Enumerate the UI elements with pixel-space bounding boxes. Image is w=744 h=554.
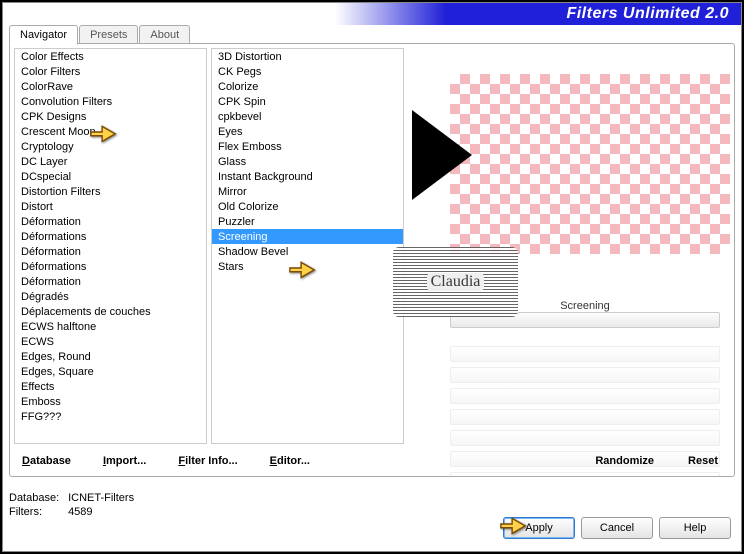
param-placeholder <box>450 472 720 477</box>
filter-item[interactable]: Mirror <box>212 184 403 199</box>
tab-presets[interactable]: Presets <box>79 25 138 45</box>
category-item[interactable]: DC Layer <box>15 154 206 169</box>
category-item[interactable]: Edges, Square <box>15 364 206 379</box>
category-item[interactable]: Déformation <box>15 274 206 289</box>
cancel-button[interactable]: Cancel <box>581 517 653 539</box>
parameter-label: Screening <box>450 300 720 312</box>
category-item[interactable]: Crescent Moon <box>15 124 206 139</box>
filter-item[interactable]: Shadow Bevel <box>212 244 403 259</box>
param-placeholder <box>450 430 720 446</box>
parameter-slider[interactable] <box>450 312 720 328</box>
category-item[interactable]: FFG??? <box>15 409 206 424</box>
category-item[interactable]: ColorRave <box>15 79 206 94</box>
category-item[interactable]: ECWS halftone <box>15 319 206 334</box>
app-title: Filters Unlimited 2.0 <box>566 5 729 23</box>
filter-item[interactable]: 3D Distortion <box>212 49 403 64</box>
category-item[interactable]: Déplacements de couches <box>15 304 206 319</box>
param-placeholder <box>450 367 720 383</box>
category-item[interactable]: Déformations <box>15 229 206 244</box>
category-item[interactable]: Déformation <box>15 214 206 229</box>
category-item[interactable]: Color Filters <box>15 64 206 79</box>
filter-info-link[interactable]: Filter Info... <box>172 452 243 470</box>
filter-item[interactable]: Colorize <box>212 79 403 94</box>
filter-item[interactable]: Screening <box>212 229 403 244</box>
status-filters-value: 4589 <box>68 506 92 518</box>
preview-area <box>450 74 730 254</box>
filter-item[interactable]: Glass <box>212 154 403 169</box>
filter-list[interactable]: 3D DistortionCK PegsColorizeCPK Spincpkb… <box>211 48 404 444</box>
status-bar: Database: ICNET-Filters Filters: 4589 <box>9 491 134 519</box>
navigator-panel: Color EffectsColor FiltersColorRaveConvo… <box>9 43 735 477</box>
tab-navigator[interactable]: Navigator <box>9 25 78 45</box>
status-filters-label: Filters: <box>9 505 65 519</box>
preview-checker <box>450 74 730 254</box>
dialog-buttons: Apply Cancel Help <box>503 517 731 539</box>
import-link[interactable]: Import... <box>97 452 152 470</box>
category-item[interactable]: Distort <box>15 199 206 214</box>
category-item[interactable]: CPK Designs <box>15 109 206 124</box>
apply-button[interactable]: Apply <box>503 517 575 539</box>
link-button-row-right: Randomize Reset <box>589 452 724 470</box>
filter-item[interactable]: Old Colorize <box>212 199 403 214</box>
tab-about[interactable]: About <box>139 25 190 45</box>
category-item[interactable]: Color Effects <box>15 49 206 64</box>
status-db-value: ICNET-Filters <box>68 492 134 504</box>
category-item[interactable]: Distortion Filters <box>15 184 206 199</box>
parameter-row: Screening <box>450 300 720 340</box>
link-button-row-left: Database Import... Filter Info... Editor… <box>16 452 316 470</box>
tab-strip: Navigator Presets About <box>9 25 191 45</box>
category-item[interactable]: Effects <box>15 379 206 394</box>
filter-item[interactable]: cpkbevel <box>212 109 403 124</box>
filter-item[interactable]: Eyes <box>212 124 403 139</box>
category-item[interactable]: DCspecial <box>15 169 206 184</box>
filter-item[interactable]: Flex Emboss <box>212 139 403 154</box>
category-item[interactable]: Convolution Filters <box>15 94 206 109</box>
status-db-label: Database: <box>9 491 65 505</box>
category-item[interactable]: Déformation <box>15 244 206 259</box>
help-button[interactable]: Help <box>659 517 731 539</box>
category-item[interactable]: Dégradés <box>15 289 206 304</box>
category-item[interactable]: Edges, Round <box>15 349 206 364</box>
param-placeholder <box>450 409 720 425</box>
param-placeholder <box>450 346 720 362</box>
lists-container: Color EffectsColor FiltersColorRaveConvo… <box>14 48 404 444</box>
reset-link[interactable]: Reset <box>682 452 724 470</box>
category-list[interactable]: Color EffectsColor FiltersColorRaveConvo… <box>14 48 207 444</box>
filter-item[interactable]: Instant Background <box>212 169 403 184</box>
filter-item[interactable]: Stars <box>212 259 403 274</box>
category-item[interactable]: ECWS <box>15 334 206 349</box>
preview-triangle-overlay <box>412 110 472 200</box>
category-item[interactable]: Cryptology <box>15 139 206 154</box>
filter-item[interactable]: Puzzler <box>212 214 403 229</box>
param-placeholder <box>450 388 720 404</box>
category-item[interactable]: Emboss <box>15 394 206 409</box>
editor-link[interactable]: Editor... <box>264 452 316 470</box>
window-frame: Filters Unlimited 2.0 Navigator Presets … <box>2 2 742 552</box>
filter-item[interactable]: CK Pegs <box>212 64 403 79</box>
title-bar: Filters Unlimited 2.0 <box>3 3 741 25</box>
randomize-link[interactable]: Randomize <box>589 452 660 470</box>
database-link[interactable]: Database <box>16 452 77 470</box>
filter-item[interactable]: CPK Spin <box>212 94 403 109</box>
category-item[interactable]: Déformations <box>15 259 206 274</box>
